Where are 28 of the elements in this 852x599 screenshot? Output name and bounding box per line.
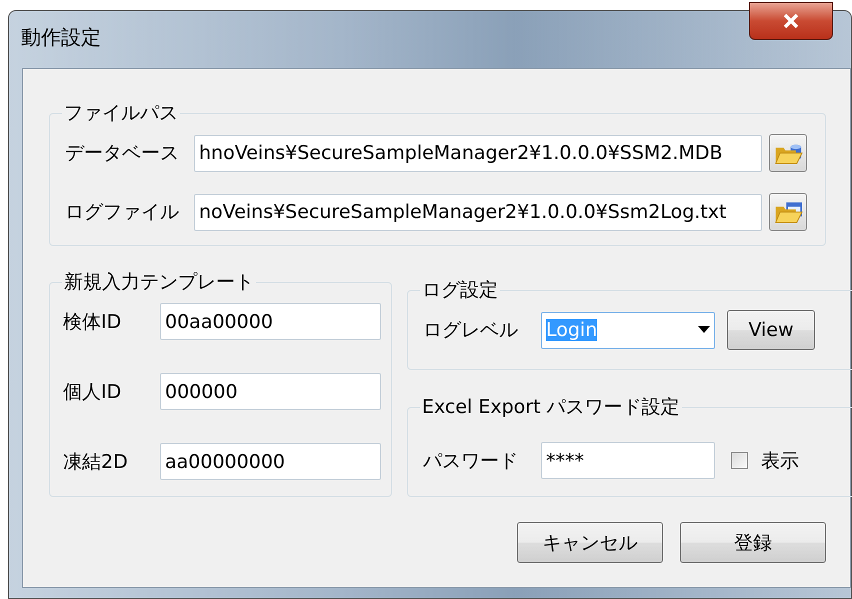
checkbox-label: 表示	[760, 448, 800, 474]
field-label: パスワード	[422, 448, 519, 474]
window-title: 動作設定	[21, 24, 101, 51]
view-button[interactable]: View	[727, 310, 815, 350]
browse-button[interactable]	[769, 193, 807, 231]
path-field[interactable]: hnoVeins¥SecureSampleManager2¥1.0.0.0¥SSM2.MDB	[194, 134, 762, 172]
dialog-button[interactable]: キャンセル	[517, 522, 663, 563]
caret-icon	[698, 326, 710, 334]
field-label: 凍結2D	[62, 450, 129, 474]
close-icon	[782, 13, 800, 29]
browse-button[interactable]	[769, 134, 807, 172]
password-field[interactable]: ****	[541, 442, 715, 479]
path-field[interactable]: noVeins¥SecureSampleManager2¥1.0.0.0¥Ssm2Log.txt	[194, 194, 762, 230]
field-label: 検体ID	[62, 310, 122, 334]
field-label: 個人ID	[62, 380, 122, 404]
group-title: ファイルパス	[63, 101, 179, 126]
group-title: Excel Export パスワード設定	[421, 395, 681, 420]
checkbox[interactable]	[731, 452, 748, 469]
input-field[interactable]: 00aa00000	[160, 303, 381, 340]
group-title: 新規入力テンプレート	[63, 270, 255, 295]
input-field[interactable]: 000000	[160, 373, 381, 410]
field-label: データベース	[64, 141, 180, 166]
dialog-button[interactable]: 登録	[680, 522, 826, 563]
input-field[interactable]: aa00000000	[160, 443, 381, 480]
close-button[interactable]	[749, 2, 833, 40]
group-title: ログ設定	[421, 278, 499, 303]
field-label: ログファイル	[64, 200, 180, 225]
field-label: ログレベル	[422, 318, 519, 343]
